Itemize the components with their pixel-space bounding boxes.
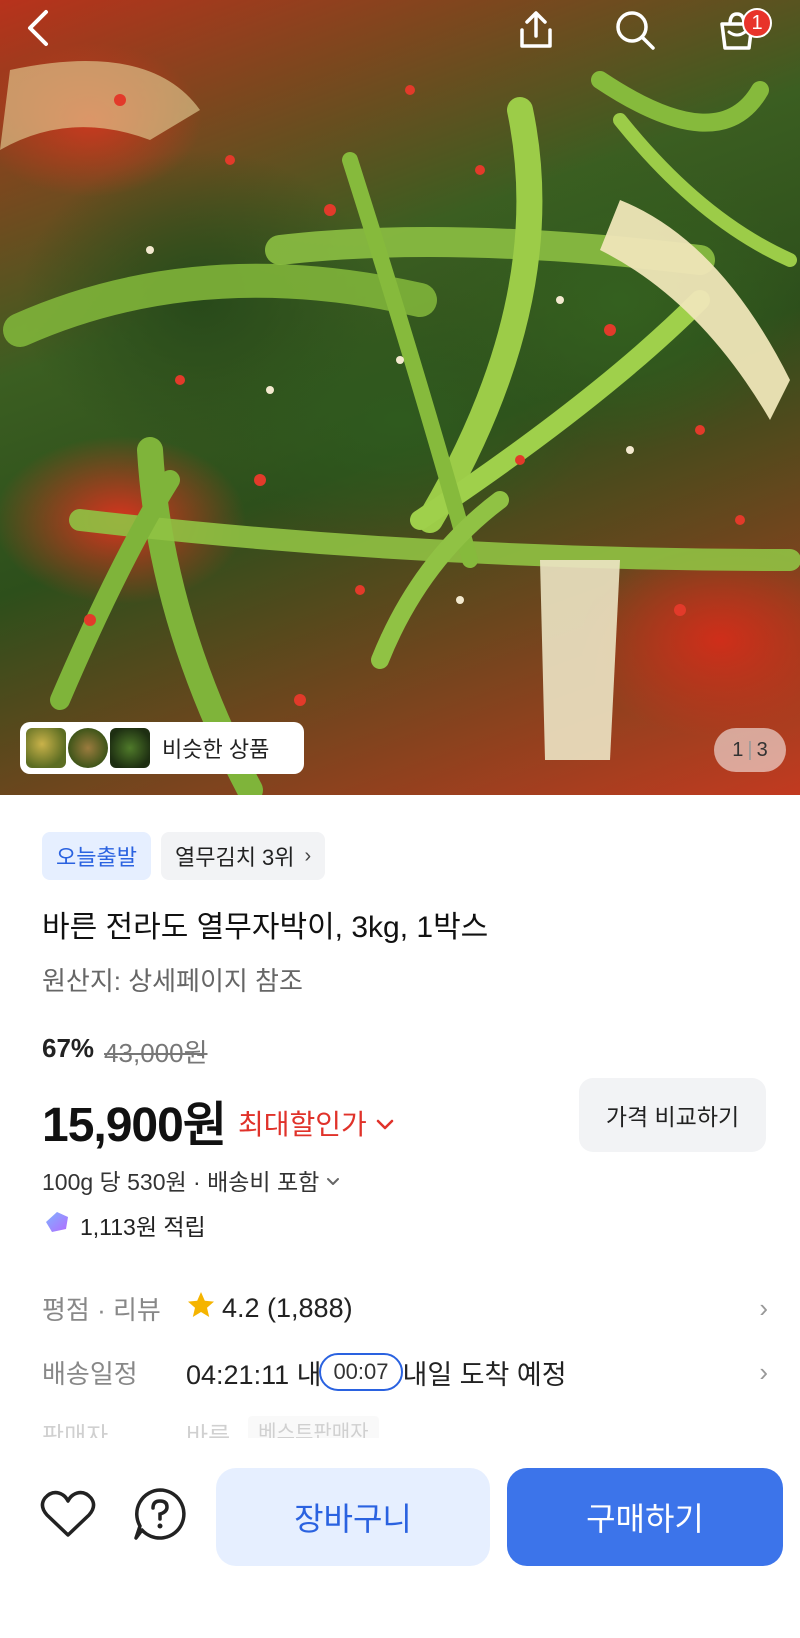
unit-price-text: 100g 당 530원 · 배송비 포함 xyxy=(42,1169,320,1195)
reward-points: 1,113원 적립 xyxy=(42,1208,206,1242)
product-badges: 오늘출발 열무김치 3위 › xyxy=(42,832,326,880)
discount-percent: 67% xyxy=(42,1033,95,1063)
price-row: 15,900원 최대할인가 xyxy=(42,1085,395,1155)
similar-thumb xyxy=(26,728,66,768)
delivery-timer-pill: 00:07 xyxy=(319,1353,403,1391)
delivery-eta: 내일 도착 예정 xyxy=(402,1359,567,1390)
product-origin: 원산지: 상세페이지 참조 xyxy=(42,966,303,996)
add-to-cart-button[interactable]: 장바구니 xyxy=(216,1468,490,1566)
rating-label: 평점 · 리뷰 xyxy=(42,1294,161,1325)
kimchi-photo xyxy=(0,61,800,795)
discount-row: 67% 43,000원 xyxy=(42,1033,208,1070)
qna-button[interactable] xyxy=(130,1486,190,1546)
rating-value: 4.2 (1,888) xyxy=(222,1292,353,1323)
product-image[interactable]: 1 비슷한 상품 1 | 3 xyxy=(0,0,800,795)
wishlist-button[interactable] xyxy=(38,1486,98,1546)
unit-price-toggle[interactable]: 100g 당 530원 · 배송비 포함 xyxy=(42,1163,341,1197)
heart-icon xyxy=(39,1488,97,1544)
points-text: 1,113원 적립 xyxy=(80,1214,206,1240)
sale-price: 15,900원 xyxy=(42,1099,227,1152)
chevron-right-icon: › xyxy=(759,1292,768,1323)
similar-thumb xyxy=(110,728,150,768)
similar-products-label: 비슷한 상품 xyxy=(162,737,270,762)
share-button[interactable] xyxy=(514,8,570,64)
similar-thumb xyxy=(68,728,108,768)
chevron-down-icon xyxy=(325,1167,341,1194)
image-counter-current: 1 xyxy=(732,738,744,761)
category-rank-badge[interactable]: 열무김치 3위 › xyxy=(160,832,326,880)
cart-button[interactable]: 1 xyxy=(714,8,774,64)
product-title: 바른 전라도 열무자박이, 3kg, 1박스 xyxy=(42,911,489,944)
cart-count-badge: 1 xyxy=(742,8,772,38)
back-button[interactable] xyxy=(24,8,80,64)
similar-products-button[interactable]: 비슷한 상품 xyxy=(20,722,304,774)
rating-review-row[interactable]: 평점 · 리뷰 4.2 (1,888) › xyxy=(42,1283,768,1333)
search-button[interactable] xyxy=(613,8,669,64)
star-icon xyxy=(186,1290,216,1327)
chevron-down-icon xyxy=(375,1107,395,1139)
chevron-right-icon: › xyxy=(304,844,312,867)
price-compare-button[interactable]: 가격 비교하기 xyxy=(579,1078,766,1152)
buy-now-button[interactable]: 구매하기 xyxy=(507,1468,783,1566)
question-chat-icon xyxy=(132,1486,188,1546)
original-price: 43,000원 xyxy=(104,1038,208,1068)
delivery-row[interactable]: 배송일정 04:21:11 내 00:07 내일 도착 예정 › xyxy=(42,1347,768,1397)
image-counter: 1 | 3 xyxy=(714,728,786,772)
today-shipping-badge: 오늘출발 xyxy=(42,832,151,880)
max-discount-label: 최대할인가 xyxy=(237,1109,367,1140)
points-icon xyxy=(42,1209,72,1241)
category-rank-label: 열무김치 3위 xyxy=(174,845,295,870)
max-discount-toggle[interactable]: 최대할인가 xyxy=(238,1103,395,1143)
delivery-countdown: 04:21:11 내 xyxy=(186,1359,322,1390)
delivery-label: 배송일정 xyxy=(42,1358,138,1389)
chevron-right-icon: › xyxy=(759,1356,768,1387)
image-counter-total: 3 xyxy=(756,738,768,761)
